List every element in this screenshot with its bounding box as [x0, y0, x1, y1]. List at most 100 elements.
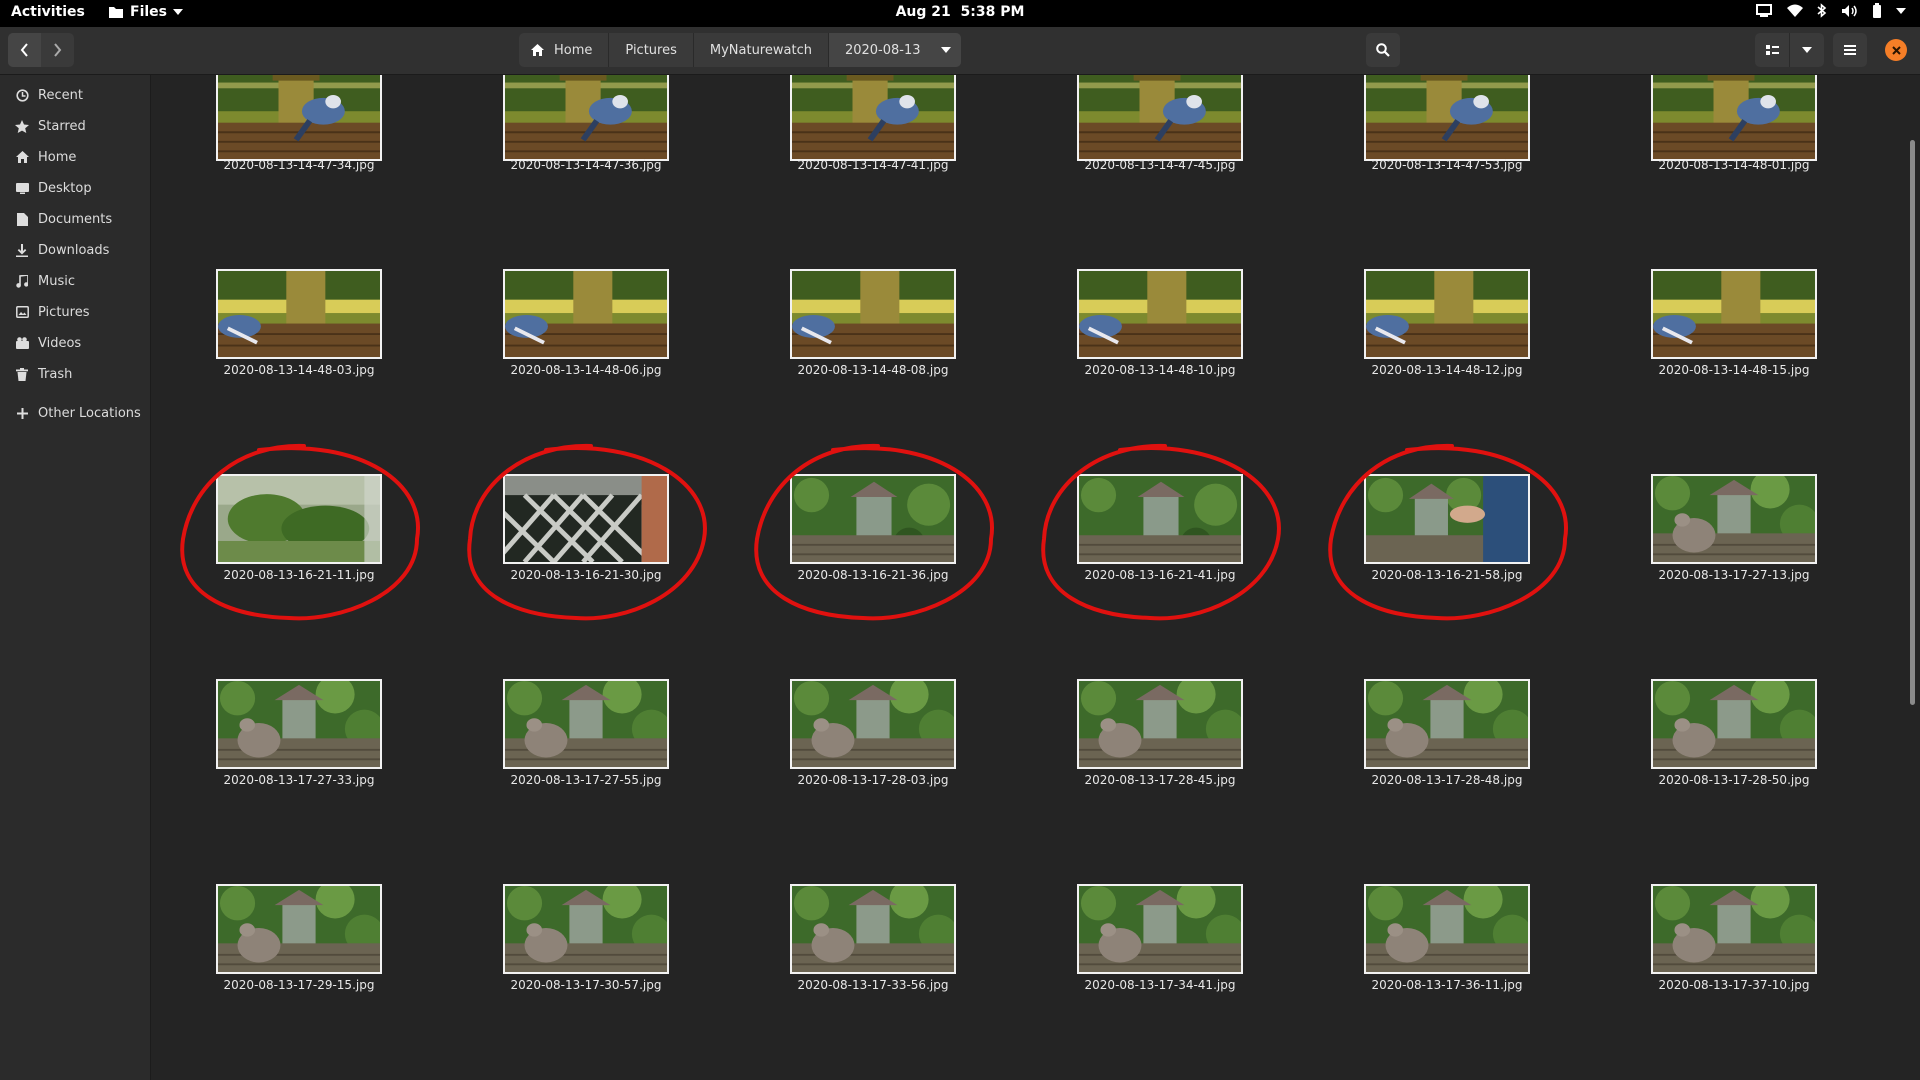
sidebar-item-other-locations[interactable]: Other Locations: [0, 399, 150, 427]
volume-icon[interactable]: [1841, 4, 1858, 18]
file-name[interactable]: 2020-08-13-14-47-36.jpg: [485, 158, 687, 172]
file-name[interactable]: 2020-08-13-14-48-03.jpg: [198, 363, 400, 377]
file-thumbnail[interactable]: [1364, 269, 1530, 359]
clock-time[interactable]: 5:38 PM: [961, 4, 1025, 20]
file-name[interactable]: 2020-08-13-14-47-41.jpg: [772, 158, 974, 172]
file-thumbnail[interactable]: [790, 884, 956, 974]
file-thumbnail[interactable]: [1077, 474, 1243, 564]
file-thumbnail[interactable]: [1364, 679, 1530, 769]
sidebar-item-downloads[interactable]: Downloads: [0, 236, 150, 264]
sidebar-item-label: Recent: [38, 87, 83, 103]
file-thumbnail[interactable]: [790, 474, 956, 564]
file-name[interactable]: 2020-08-13-16-21-36.jpg: [772, 568, 974, 582]
forward-button[interactable]: [41, 33, 74, 67]
file-name[interactable]: 2020-08-13-17-27-55.jpg: [485, 773, 687, 787]
sidebar-item-label: Desktop: [38, 180, 92, 196]
file-name[interactable]: 2020-08-13-17-34-41.jpg: [1059, 978, 1261, 992]
list-view-button[interactable]: [1755, 33, 1790, 67]
screen-share-icon[interactable]: [1755, 3, 1773, 18]
file-name[interactable]: 2020-08-13-14-48-15.jpg: [1633, 363, 1835, 377]
breadcrumb-current-folder[interactable]: 2020-08-13: [828, 33, 931, 67]
file-thumbnail[interactable]: [1651, 474, 1817, 564]
breadcrumb-pictures[interactable]: Pictures: [609, 33, 694, 67]
file-thumbnail[interactable]: [1651, 679, 1817, 769]
scrollbar[interactable]: [1910, 140, 1915, 705]
close-window-button[interactable]: [1885, 39, 1907, 61]
file-name[interactable]: 2020-08-13-16-21-30.jpg: [485, 568, 687, 582]
file-name[interactable]: 2020-08-13-14-48-10.jpg: [1059, 363, 1261, 377]
file-thumbnail[interactable]: [216, 679, 382, 769]
app-menu[interactable]: Files: [108, 4, 183, 20]
file-name[interactable]: 2020-08-13-14-48-06.jpg: [485, 363, 687, 377]
file-thumbnail[interactable]: [1364, 75, 1530, 161]
sidebar-item-recent[interactable]: Recent: [0, 81, 150, 109]
file-thumbnail[interactable]: [1364, 884, 1530, 974]
file-name[interactable]: 2020-08-13-17-30-57.jpg: [485, 978, 687, 992]
activities-button[interactable]: Activities: [11, 4, 85, 20]
system-tray[interactable]: [1755, 3, 1906, 18]
bluetooth-icon[interactable]: [1817, 3, 1827, 18]
file-thumbnail[interactable]: [216, 474, 382, 564]
file-name[interactable]: 2020-08-13-14-47-34.jpg: [198, 158, 400, 172]
file-thumbnail[interactable]: [790, 75, 956, 161]
file-name[interactable]: 2020-08-13-14-48-12.jpg: [1346, 363, 1548, 377]
sidebar-item-desktop[interactable]: Desktop: [0, 174, 150, 202]
file-name[interactable]: 2020-08-13-17-28-03.jpg: [772, 773, 974, 787]
file-thumbnail[interactable]: [790, 269, 956, 359]
file-thumbnail[interactable]: [216, 269, 382, 359]
file-name[interactable]: 2020-08-13-17-29-15.jpg: [198, 978, 400, 992]
file-name[interactable]: 2020-08-13-17-27-13.jpg: [1633, 568, 1835, 582]
wifi-icon[interactable]: [1787, 4, 1803, 17]
image-preview: [218, 75, 380, 159]
file-thumbnail[interactable]: [1077, 884, 1243, 974]
file-thumbnail[interactable]: [1077, 75, 1243, 161]
file-thumbnail[interactable]: [1077, 269, 1243, 359]
sidebar-item-trash[interactable]: Trash: [0, 360, 150, 388]
breadcrumb-mynaturewatch[interactable]: MyNaturewatch: [694, 33, 829, 67]
folder-menu-button[interactable]: [930, 33, 961, 67]
file-name[interactable]: 2020-08-13-17-28-50.jpg: [1633, 773, 1835, 787]
file-thumbnail[interactable]: [216, 75, 382, 161]
file-name[interactable]: 2020-08-13-14-48-08.jpg: [772, 363, 974, 377]
file-thumbnail[interactable]: [1651, 884, 1817, 974]
clock-date[interactable]: Aug 21: [896, 4, 951, 20]
file-name[interactable]: 2020-08-13-14-48-01.jpg: [1633, 158, 1835, 172]
back-button[interactable]: [8, 33, 41, 67]
file-name[interactable]: 2020-08-13-14-47-53.jpg: [1346, 158, 1548, 172]
sidebar-item-home[interactable]: Home: [0, 143, 150, 171]
file-thumbnail[interactable]: [503, 269, 669, 359]
sidebar-item-music[interactable]: Music: [0, 267, 150, 295]
sidebar-item-starred[interactable]: Starred: [0, 112, 150, 140]
image-preview: [1653, 271, 1815, 357]
sidebar-item-documents[interactable]: Documents: [0, 205, 150, 233]
file-thumbnail[interactable]: [503, 884, 669, 974]
file-name[interactable]: 2020-08-13-17-28-45.jpg: [1059, 773, 1261, 787]
file-thumbnail[interactable]: [790, 679, 956, 769]
file-thumbnail[interactable]: [503, 474, 669, 564]
breadcrumb-home[interactable]: Home: [519, 33, 610, 67]
file-thumbnail[interactable]: [1077, 679, 1243, 769]
file-thumbnail[interactable]: [1651, 75, 1817, 161]
file-name[interactable]: 2020-08-13-14-47-45.jpg: [1059, 158, 1261, 172]
file-name[interactable]: 2020-08-13-17-27-33.jpg: [198, 773, 400, 787]
sidebar-item-videos[interactable]: Videos: [0, 329, 150, 357]
file-thumbnail[interactable]: [216, 884, 382, 974]
file-thumbnail[interactable]: [1364, 474, 1530, 564]
main-menu-button[interactable]: [1833, 33, 1867, 67]
file-thumbnail[interactable]: [503, 679, 669, 769]
search-button[interactable]: [1366, 33, 1400, 67]
file-name[interactable]: 2020-08-13-17-36-11.jpg: [1346, 978, 1548, 992]
file-name[interactable]: 2020-08-13-16-21-41.jpg: [1059, 568, 1261, 582]
file-name[interactable]: 2020-08-13-16-21-11.jpg: [198, 568, 400, 582]
chevron-down-icon[interactable]: [1896, 7, 1906, 14]
battery-icon[interactable]: [1872, 3, 1882, 18]
file-name[interactable]: 2020-08-13-17-28-48.jpg: [1346, 773, 1548, 787]
file-thumbnail[interactable]: [503, 75, 669, 161]
file-thumbnail[interactable]: [1651, 269, 1817, 359]
sidebar-item-pictures[interactable]: Pictures: [0, 298, 150, 326]
file-name[interactable]: 2020-08-13-16-21-58.jpg: [1346, 568, 1548, 582]
chevron-left-icon: [20, 43, 28, 57]
file-name[interactable]: 2020-08-13-17-37-10.jpg: [1633, 978, 1835, 992]
view-options-dropdown[interactable]: [1790, 33, 1824, 67]
file-name[interactable]: 2020-08-13-17-33-56.jpg: [772, 978, 974, 992]
